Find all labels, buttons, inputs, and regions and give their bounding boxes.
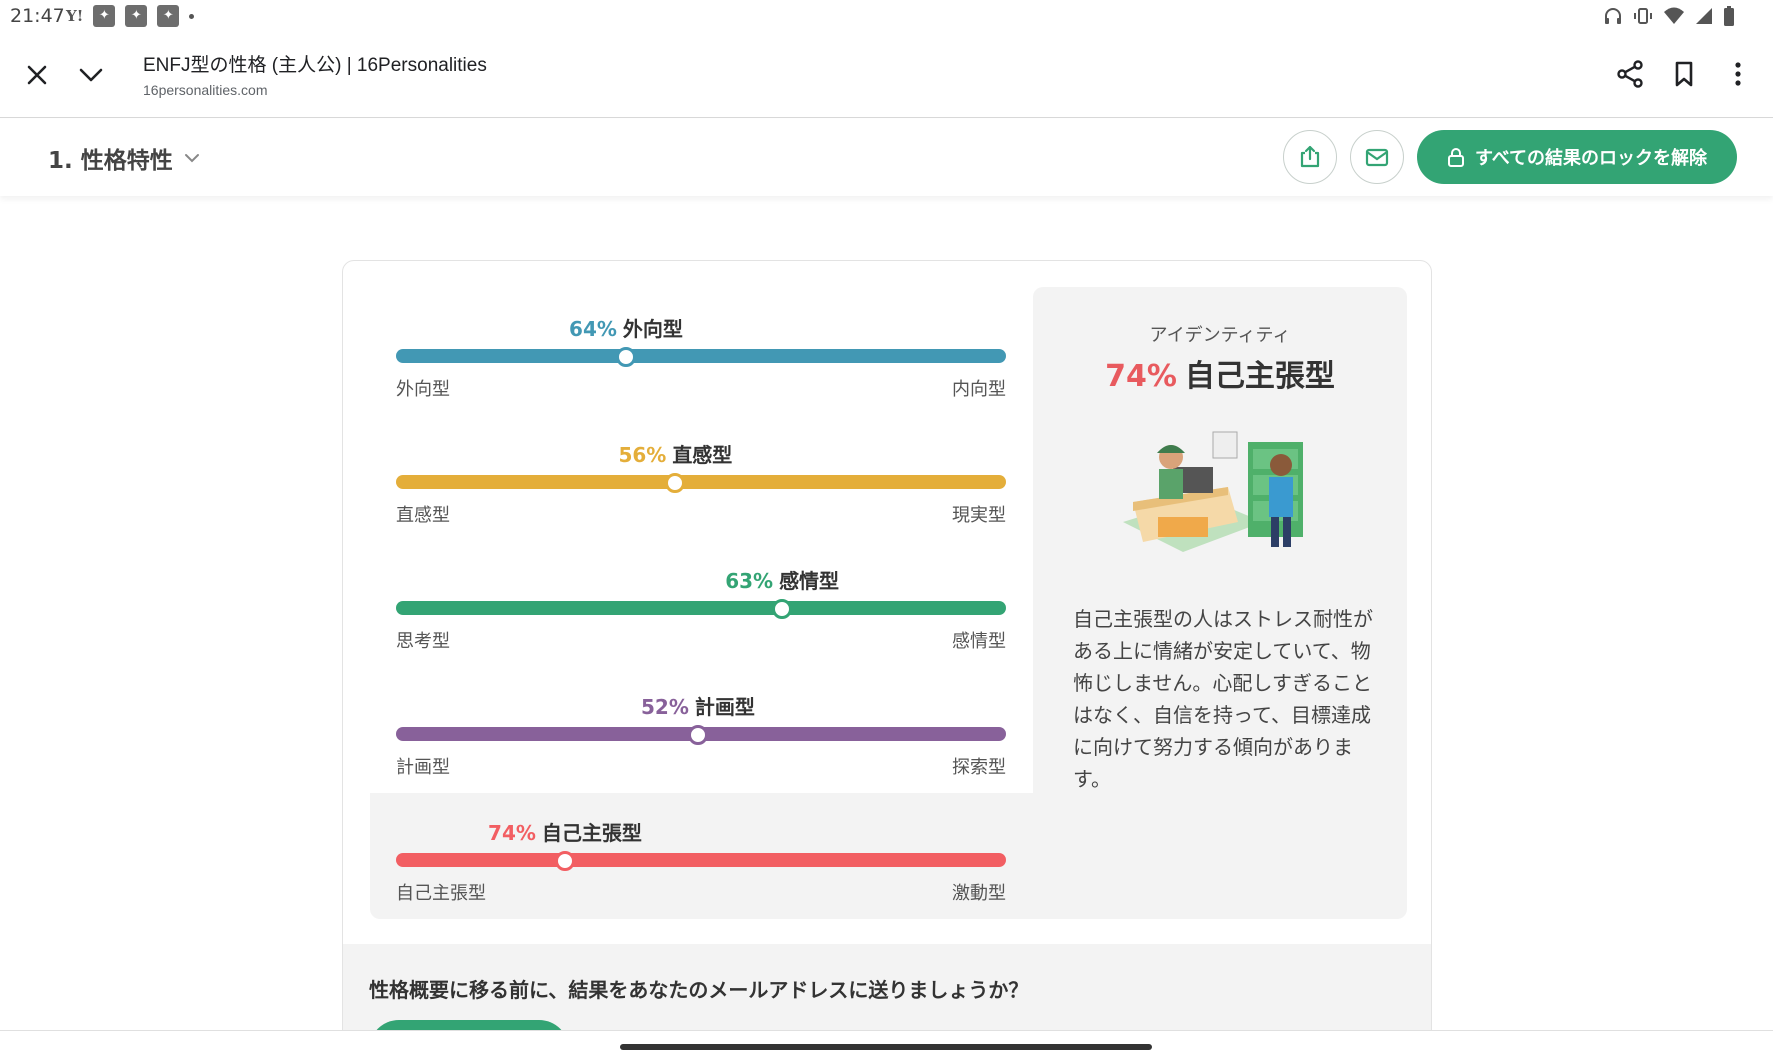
trait-marker xyxy=(772,599,793,619)
trait-right-label: 現実型 xyxy=(952,505,1006,526)
trait-right-label: 探索型 xyxy=(952,757,1006,778)
more-vert-icon[interactable] xyxy=(1722,58,1754,90)
trait-name: 自己主張型 xyxy=(541,821,642,845)
trait-heading-text: 52% 計画型 xyxy=(641,691,755,720)
yahoo-icon: Y! xyxy=(66,7,84,25)
trait-bar xyxy=(396,601,1006,615)
identity-description: 自己主張型の人はストレス耐性がある上に情緒が安定していて、物怖じしません。心配し… xyxy=(1073,607,1373,791)
trait-name: 計画型 xyxy=(694,695,755,719)
section-dropdown[interactable]: 1. 性格特性 xyxy=(48,141,201,175)
share-icon[interactable] xyxy=(1614,58,1646,90)
close-icon[interactable] xyxy=(22,60,52,90)
app-icon: ✦ xyxy=(93,5,116,27)
more-notifications-dot xyxy=(189,13,195,19)
trait-left-label: 自己主張型 xyxy=(396,883,486,904)
section-nav-bar: 1. 性格特性 すべての結果のロックを解除 xyxy=(0,119,1773,196)
gesture-bar xyxy=(0,1030,1773,1063)
trait-marker xyxy=(665,473,686,493)
browser-toolbar: ENFJ型の性格 (主人公) | 16Personalities 16perso… xyxy=(0,34,1773,118)
export-icon xyxy=(1300,145,1320,168)
page-title: ENFJ型の性格 (主人公) | 16Personalities xyxy=(143,55,487,76)
trait-heading-text: 56% 直感型 xyxy=(618,439,732,468)
identity-name: 自己主張型 xyxy=(1184,359,1335,394)
app-icon: ✦ xyxy=(125,5,148,27)
trait-heading-text: 74% 自己主張型 xyxy=(488,817,642,846)
trait-percent: 56% xyxy=(618,443,667,467)
trait-bar xyxy=(396,349,1006,363)
section-label: 1. 性格特性 xyxy=(48,148,173,174)
trait-name: 外向型 xyxy=(622,317,683,341)
trait-bar xyxy=(396,475,1006,489)
trait-name: 感情型 xyxy=(779,569,840,593)
battery-icon xyxy=(1724,6,1734,26)
trait-heading: 63% 感情型 xyxy=(396,565,1006,595)
trait-right-label: 内向型 xyxy=(952,379,1006,400)
headphones-icon xyxy=(1605,8,1621,24)
identity-title: 74% 自己主張型 xyxy=(1033,351,1407,395)
trait-heading: 52% 計画型 xyxy=(396,691,1006,721)
bookmark-icon[interactable] xyxy=(1668,58,1700,90)
trait-left-label: 直感型 xyxy=(396,505,450,526)
vibrate-icon xyxy=(1634,8,1652,24)
trait-heading: 56% 直感型 xyxy=(396,439,1006,469)
email-button[interactable] xyxy=(1350,130,1404,184)
export-button[interactable] xyxy=(1283,130,1337,184)
unlock-label: すべての結果のロックを解除 xyxy=(1474,148,1708,169)
status-bar: 21:47 Y! ✦ ✦ ✦ xyxy=(0,0,1773,34)
gesture-handle[interactable] xyxy=(620,1044,1152,1050)
trait-heading: 64% 外向型 xyxy=(396,313,1006,343)
identity-percent: 74% xyxy=(1105,359,1177,394)
trait-marker xyxy=(615,347,636,367)
notification-icons: Y! ✦ ✦ ✦ xyxy=(66,5,195,27)
unlock-all-results-button[interactable]: すべての結果のロックを解除 xyxy=(1417,130,1737,184)
mail-icon xyxy=(1365,148,1389,167)
identity-eyebrow: アイデンティティ xyxy=(1149,325,1291,346)
wifi-icon xyxy=(1664,7,1684,24)
trait-percent: 52% xyxy=(641,695,689,719)
signal-icon xyxy=(1696,8,1712,24)
trait-marker xyxy=(554,851,575,871)
chevron-down-icon xyxy=(184,154,199,163)
trait-bar xyxy=(396,853,1006,867)
trait-left-label: 計画型 xyxy=(396,757,450,778)
trait-percent: 63% xyxy=(725,569,774,593)
trait-marker xyxy=(687,725,708,745)
app-icon: ✦ xyxy=(157,5,180,27)
trait-right-label: 感情型 xyxy=(952,631,1006,652)
identity-panel: アイデンティティ 74% 自己主張型 自己主張型の人はストレス耐性がある上に情緒… xyxy=(1033,287,1407,919)
screen: 21:47 Y! ✦ ✦ ✦ ENFJ型の性格 (主人公) | 16Person… xyxy=(0,0,1773,1063)
trait-name: 直感型 xyxy=(672,443,733,467)
chevron-down-icon[interactable] xyxy=(76,60,106,90)
lock-icon xyxy=(1447,148,1464,167)
trait-heading: 74% 自己主張型 xyxy=(396,817,1006,847)
trait-heading-text: 64% 外向型 xyxy=(569,313,683,342)
trait-percent: 64% xyxy=(569,317,617,341)
email-results-question: 性格概要に移る前に、結果をあなたのメールアドレスに送りましょうか？ xyxy=(369,978,1029,1002)
trait-heading-text: 63% 感情型 xyxy=(725,565,839,594)
assertive-illustration xyxy=(1123,431,1303,552)
traits-card: 64% 外向型 外向型 内向型 56% 直感型 直感型 現実型 63% 感情型 思考型 感情型 52% 計… xyxy=(342,260,1432,1063)
trait-left-label: 外向型 xyxy=(396,379,450,400)
page-url: 16personalities.com xyxy=(143,82,268,98)
system-icons xyxy=(1603,6,1735,26)
trait-left-label: 思考型 xyxy=(396,631,450,652)
status-time: 21:47 xyxy=(10,5,65,27)
trait-right-label: 激動型 xyxy=(952,883,1006,904)
trait-percent: 74% xyxy=(488,821,536,845)
